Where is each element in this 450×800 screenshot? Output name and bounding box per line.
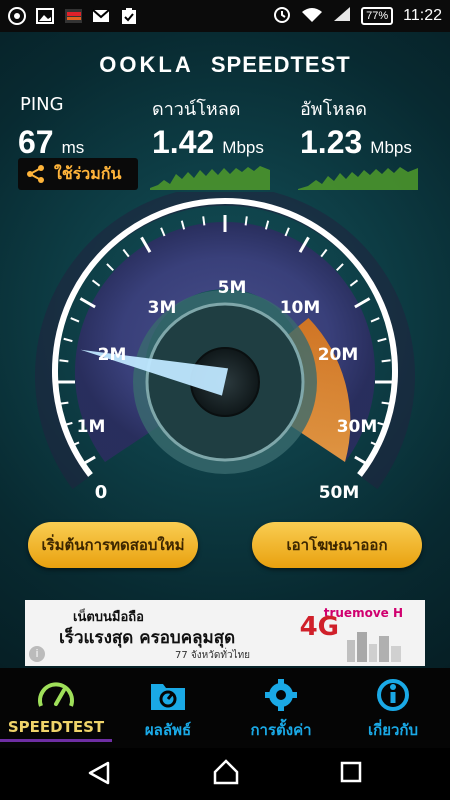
clipboard-icon — [120, 7, 138, 25]
brand-product: SPEEDTEST — [210, 52, 351, 77]
results-folder-icon — [151, 684, 185, 710]
gauge-tick — [106, 263, 114, 271]
gauge-tick — [244, 216, 248, 226]
gauge-tick — [122, 248, 130, 258]
upload-label: อัพโหลด — [300, 99, 367, 120]
share-button[interactable]: ใช้ร่วมกัน — [18, 158, 138, 190]
ad-line3: 77 จังหวัดทั่วไทย — [175, 650, 251, 661]
gauge-tick — [59, 401, 69, 405]
tick-label-3m: 3M — [148, 298, 177, 318]
download-number: 1.42 — [152, 124, 215, 160]
ping-value: 67 ms — [18, 124, 84, 161]
ad-4g-badge: 4G — [299, 612, 339, 642]
upload-unit: Mbps — [370, 138, 412, 157]
tick-label-0: 0 — [95, 482, 108, 503]
ping-number: 67 — [18, 124, 54, 160]
tick-label-5m: 5M — [218, 278, 247, 298]
bottom-tab-bar: SPEEDTEST ผลลัพธ์ การตั้งค่า เกี่ยวกับ — [0, 668, 450, 748]
speed-gauge: 0 1M 2M 3M 5M 10M 20M 30M 50M — [35, 192, 415, 503]
gauge-tick — [180, 220, 186, 230]
gauge-tick — [63, 337, 73, 343]
gauge-tick — [202, 216, 206, 226]
tick-label-10m: 10M — [280, 298, 321, 318]
gauge-tick — [59, 359, 69, 363]
gauge-tick — [160, 227, 166, 237]
share-label: ใช้ร่วมกัน — [54, 163, 122, 183]
upload-number: 1.23 — [300, 124, 363, 160]
tab-about[interactable]: เกี่ยวกับ — [337, 668, 449, 748]
truemove-app-icon — [64, 7, 82, 25]
wifi-icon — [301, 6, 323, 27]
tab-results-label: ผลลัพธ์ — [144, 721, 192, 739]
gauge-tick — [377, 337, 387, 343]
remove-ads-button[interactable]: เอาโฆษณาออก — [252, 522, 422, 568]
download-sparkline — [150, 166, 270, 190]
upload-sparkline — [298, 167, 418, 190]
download-value: 1.42 Mbps — [152, 124, 264, 161]
tab-speedtest[interactable]: SPEEDTEST — [0, 668, 112, 748]
download-label: ดาวน์โหลด — [152, 99, 241, 120]
tick-label-1m: 1M — [77, 417, 106, 437]
gauge-tick — [70, 317, 80, 323]
tick-label-20m: 20M — [318, 345, 359, 365]
image-icon — [36, 7, 54, 25]
gauge-tick — [381, 359, 391, 363]
tick-label-30m: 30M — [337, 417, 378, 437]
ad-line2: เร็วแรงสุด ครอบคลุมสุด — [59, 628, 236, 648]
ping-unit: ms — [61, 138, 85, 157]
gauge-tick — [349, 279, 359, 287]
remove-ads-label: เอาโฆษณาออก — [286, 536, 388, 554]
ad-banner[interactable]: เน็ตบนมือถือ เร็วแรงสุด ครอบคลุมสุด 77 จ… — [25, 600, 425, 666]
tick-label-50m: 50M — [319, 483, 360, 503]
gear-icon — [265, 679, 297, 711]
app-logo: OOKLA SPEEDTEST — [0, 52, 450, 78]
speedtest-screen: OOKLA SPEEDTEST PING 67 ms ดาวน์โหลด 1.42… — [0, 32, 450, 668]
recents-icon[interactable] — [340, 761, 362, 783]
restart-test-label: เริ่มต้นการทดสอบใหม่ — [41, 536, 185, 554]
gauge-tick — [284, 227, 290, 237]
tab-settings-label: การตั้งค่า — [250, 721, 312, 739]
tab-about-label: เกี่ยวกับ — [367, 721, 419, 739]
active-tab-indicator — [0, 739, 112, 742]
tab-speedtest-label: SPEEDTEST — [7, 718, 105, 736]
restart-test-button[interactable]: เริ่มต้นการทดสอบใหม่ — [28, 522, 198, 568]
tab-settings[interactable]: การตั้งค่า — [225, 668, 337, 748]
back-icon[interactable] — [86, 760, 112, 786]
gauge-tick — [381, 401, 391, 405]
status-bar: 77% 11:22 — [0, 0, 450, 32]
info-icon — [377, 679, 409, 711]
gauge-tick — [264, 220, 270, 230]
battery-indicator: 77% — [361, 7, 394, 25]
tick-label-2m: 2M — [98, 345, 127, 365]
speedometer-icon — [38, 682, 74, 707]
ad-skyline-image — [347, 632, 401, 662]
gauge-tick — [370, 317, 380, 323]
system-navigation-bar — [0, 748, 450, 800]
ad-info-icon[interactable]: i — [29, 646, 45, 662]
tab-results[interactable]: ผลลัพธ์ — [112, 668, 224, 748]
gauge-tick — [91, 279, 101, 287]
ping-label: PING — [20, 94, 64, 115]
upload-value: 1.23 Mbps — [300, 124, 412, 161]
signal-icon — [333, 6, 351, 27]
download-unit: Mbps — [222, 138, 264, 157]
alarm-icon — [273, 5, 291, 28]
gauge-tick — [336, 263, 344, 271]
mail-icon — [92, 7, 110, 25]
status-time: 11:22 — [403, 7, 442, 24]
gauge-tick — [320, 248, 328, 258]
share-icon — [27, 165, 44, 183]
brand-name: OOKLA — [99, 52, 194, 77]
home-icon[interactable] — [212, 758, 240, 786]
notification-app-icon — [8, 7, 26, 25]
